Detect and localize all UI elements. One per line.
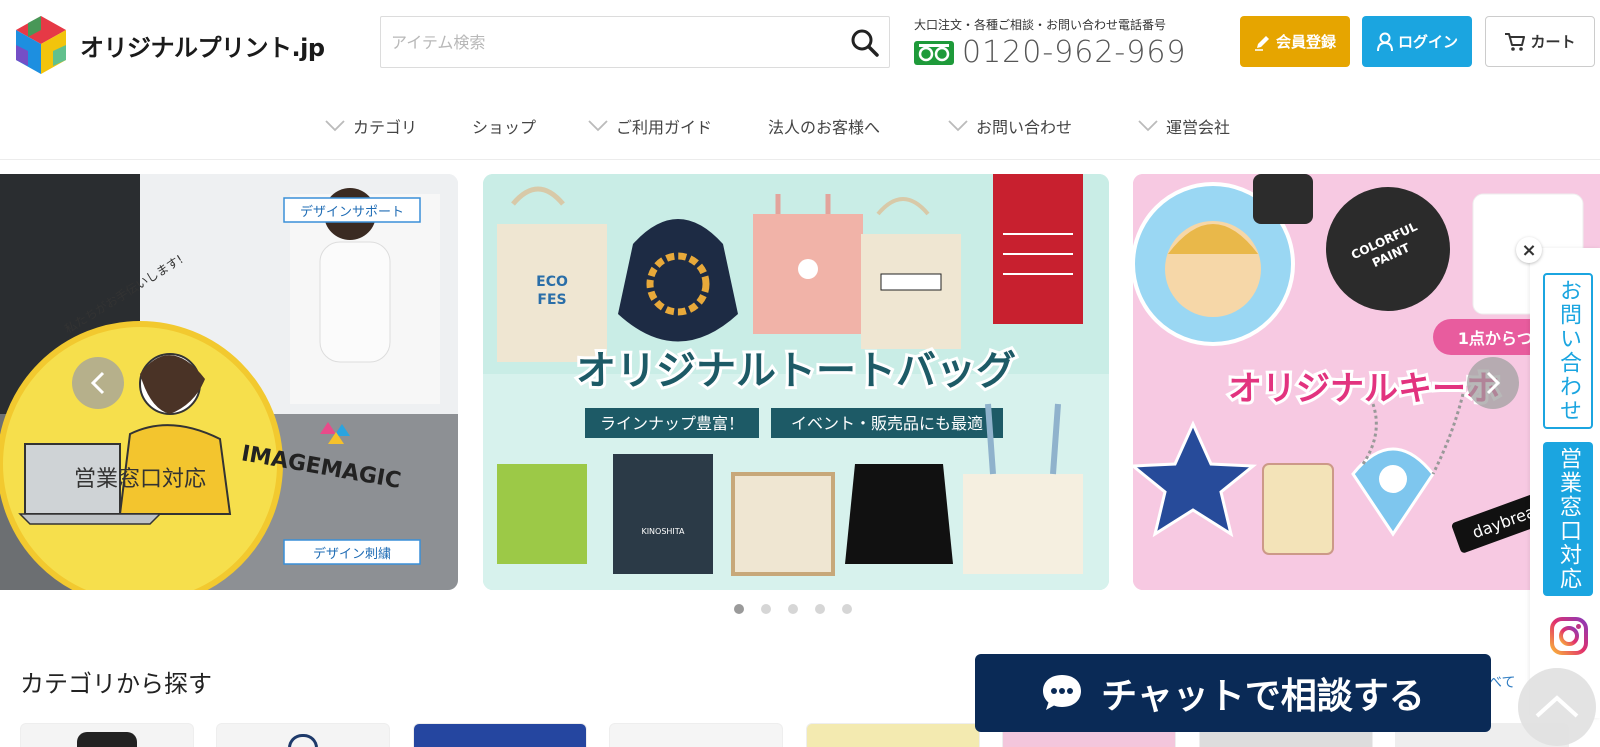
side-tab-sales[interactable]: 営業窓口対応 bbox=[1543, 442, 1593, 596]
slide-title: オリジナルトートバッグ bbox=[576, 348, 1016, 394]
site-header: オリジナルプリント.jp 大口注文・各種ご相談・お問い合わせ電話番号 0120-… bbox=[0, 0, 1600, 85]
carousel-dots bbox=[734, 604, 869, 614]
cart-button[interactable]: カート bbox=[1485, 16, 1595, 67]
svg-text:KINOSHITA: KINOSHITA bbox=[641, 527, 685, 536]
slide-subtitle-1: ラインナップ豊富！ bbox=[600, 414, 744, 433]
category-card[interactable] bbox=[216, 723, 390, 747]
nav-item-company[interactable]: 運営会社 bbox=[1138, 114, 1230, 138]
slide-subtitle-2: イベント・販売品にも最適 bbox=[791, 414, 983, 433]
nav-label: 法人のお客様へ bbox=[768, 118, 881, 137]
nav-label: 運営会社 bbox=[1166, 118, 1231, 137]
tag-design-embroidery: デザイン刺繍 bbox=[313, 546, 391, 562]
search-icon[interactable] bbox=[849, 27, 881, 59]
nav-item-contact[interactable]: お問い合わせ bbox=[948, 114, 1072, 138]
main-nav: カテゴリ ショップ ご利用ガイド 法人のお客様へ お問い合わせ 運営会社 bbox=[0, 104, 1600, 160]
category-more-link[interactable]: べて bbox=[1488, 672, 1515, 692]
nav-item-shop[interactable]: ショップ bbox=[472, 114, 536, 138]
nav-item-category[interactable]: カテゴリ bbox=[325, 114, 417, 138]
side-tab-contact[interactable]: お問い合わせ bbox=[1543, 273, 1593, 429]
register-button[interactable]: 会員登録 bbox=[1240, 16, 1350, 67]
nav-label: ショップ bbox=[472, 118, 537, 137]
carousel-dot[interactable] bbox=[842, 604, 852, 614]
phone-contact: 大口注文・各種ご相談・お問い合わせ電話番号 0120-962-969 bbox=[914, 16, 1187, 70]
instagram-icon[interactable] bbox=[1549, 616, 1589, 656]
chevron-down-icon bbox=[948, 120, 968, 132]
site-logo[interactable]: オリジナルプリント.jp bbox=[16, 16, 325, 74]
svg-text:ECO: ECO bbox=[536, 274, 568, 290]
side-tab-sales-label: 営業窓口対応 bbox=[1556, 447, 1581, 591]
carousel-dot[interactable] bbox=[788, 604, 798, 614]
carousel-dot[interactable] bbox=[734, 604, 744, 614]
back-to-top-button[interactable] bbox=[1518, 668, 1596, 746]
carousel-dot[interactable] bbox=[761, 604, 771, 614]
slide-right-title: オリジナルキーホ bbox=[1228, 369, 1500, 409]
carousel-prev-button[interactable] bbox=[72, 357, 124, 409]
badge-main-text: 営業窓口対応 bbox=[74, 467, 206, 492]
user-icon bbox=[1376, 32, 1393, 51]
chevron-up-icon bbox=[1535, 695, 1579, 718]
slide-tote-bags[interactable]: ECO FES オリジナルトートバッグ ラインナップ豊富！ イベント・販売品にも… bbox=[483, 174, 1109, 590]
freedial-icon bbox=[914, 40, 954, 65]
slide-design-support[interactable]: 営業窓口対応 私たちがお手伝いします! デザインサポート デザイン刺繍 IMAG… bbox=[0, 174, 458, 590]
phone-caption: 大口注文・各種ご相談・お問い合わせ電話番号 bbox=[914, 18, 1167, 32]
nav-item-guide[interactable]: ご利用ガイド bbox=[588, 114, 712, 138]
chevron-down-icon bbox=[588, 120, 608, 132]
chevron-left-icon bbox=[90, 371, 105, 395]
nav-label: ご利用ガイド bbox=[616, 118, 713, 137]
category-card[interactable] bbox=[413, 723, 587, 747]
logo-text: オリジナルプリント.jp bbox=[80, 33, 325, 62]
category-card[interactable] bbox=[20, 723, 194, 747]
nav-item-corporate[interactable]: 法人のお客様へ bbox=[768, 114, 880, 138]
login-label: ログイン bbox=[1397, 33, 1458, 51]
search-box bbox=[380, 16, 890, 68]
svg-text:FES: FES bbox=[537, 292, 566, 308]
cart-label: カート bbox=[1530, 33, 1576, 51]
chevron-right-icon bbox=[1486, 371, 1501, 395]
logo-cube-icon bbox=[16, 16, 66, 74]
side-panel-close-icon[interactable]: × bbox=[1516, 237, 1542, 263]
side-tab-contact-label: お問い合わせ bbox=[1556, 279, 1581, 423]
chat-bubble-icon bbox=[1043, 675, 1082, 710]
chevron-down-icon bbox=[325, 120, 345, 132]
category-card[interactable] bbox=[609, 723, 783, 747]
chat-label: チャットで相談する bbox=[1101, 676, 1425, 717]
nav-label: お問い合わせ bbox=[976, 118, 1073, 137]
carousel-next-button[interactable] bbox=[1467, 357, 1519, 409]
login-button[interactable]: ログイン bbox=[1362, 16, 1472, 67]
nav-label: カテゴリ bbox=[353, 118, 418, 137]
search-input[interactable] bbox=[381, 17, 821, 67]
phone-number[interactable]: 0120-962-969 bbox=[962, 35, 1187, 70]
tag-design-support: デザインサポート bbox=[300, 204, 404, 220]
chevron-down-icon bbox=[1138, 120, 1158, 132]
register-label: 会員登録 bbox=[1275, 33, 1336, 51]
chat-button[interactable]: チャットで相談する bbox=[975, 654, 1491, 732]
pen-icon bbox=[1254, 35, 1269, 51]
category-card[interactable] bbox=[806, 723, 980, 747]
category-section-title: カテゴリから探す bbox=[20, 670, 212, 698]
hero-carousel: 営業窓口対応 私たちがお手伝いします! デザインサポート デザイン刺繍 IMAG… bbox=[0, 174, 1600, 592]
carousel-dot[interactable] bbox=[815, 604, 825, 614]
cart-icon bbox=[1505, 32, 1526, 51]
